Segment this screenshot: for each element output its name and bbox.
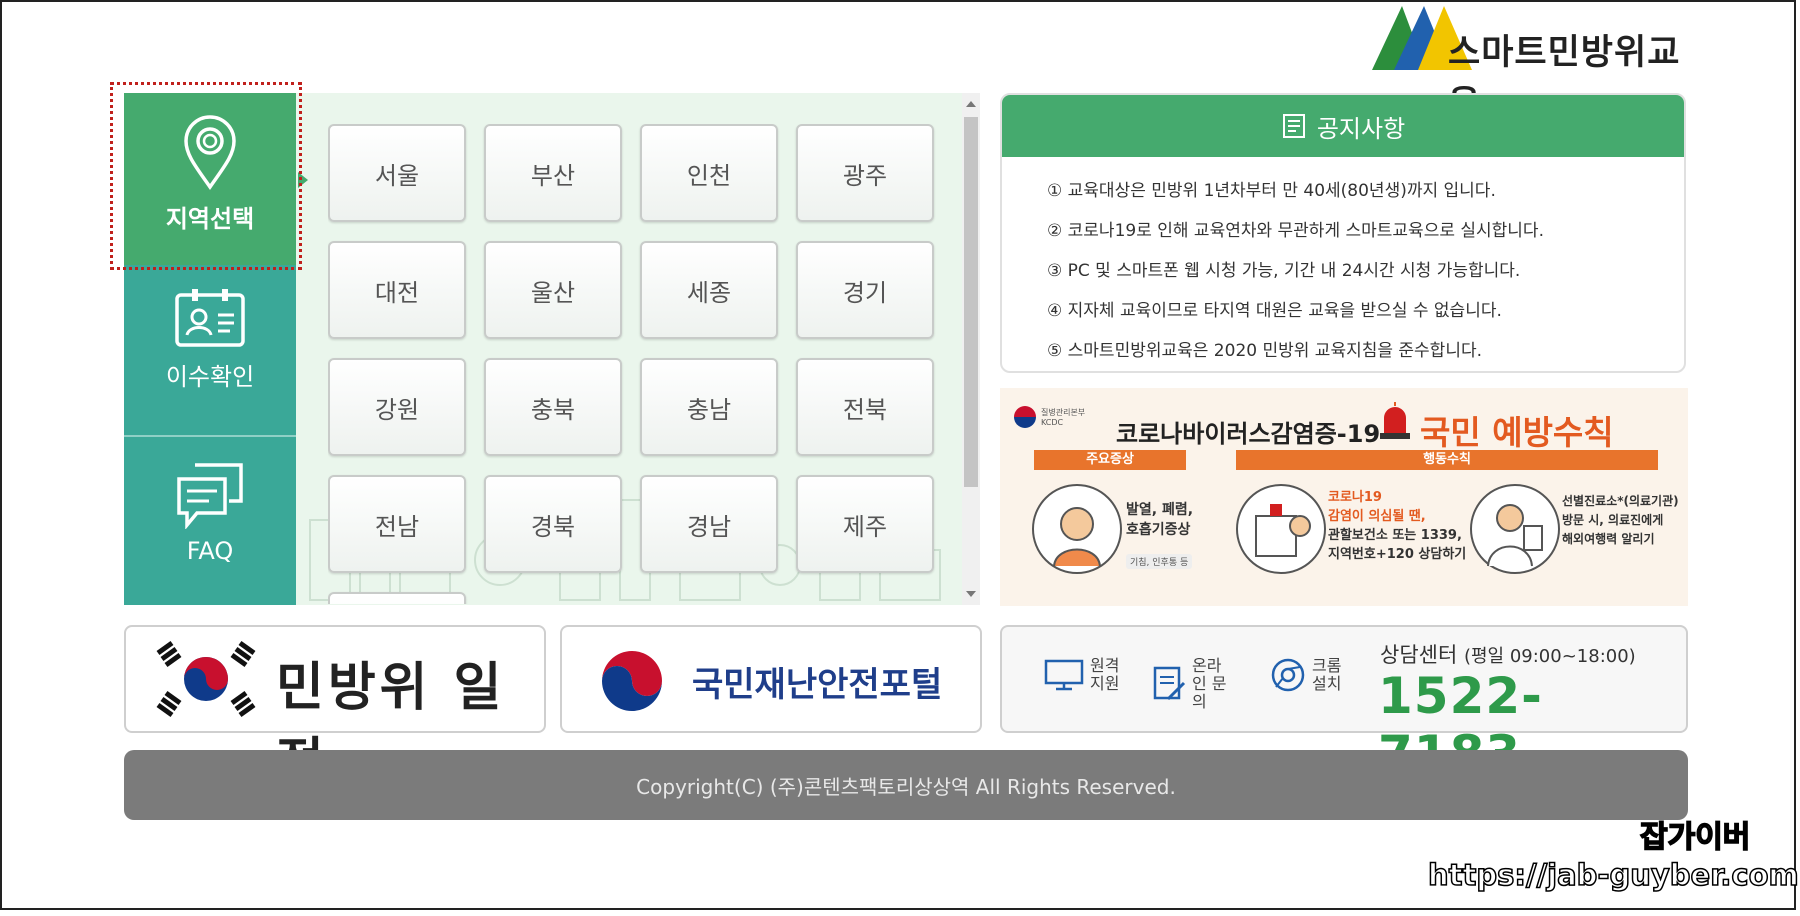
action2-line: 방문 시, 의료진에게 bbox=[1562, 513, 1664, 527]
siren-icon bbox=[1380, 402, 1410, 439]
region-button[interactable]: 전북 bbox=[796, 358, 934, 456]
region-button[interactable]: 경남 bbox=[640, 475, 778, 573]
scroll-up-arrow-icon[interactable] bbox=[966, 101, 976, 107]
region-scrollbar[interactable] bbox=[962, 93, 980, 605]
action1-line: 관할보건소 또는 1339, bbox=[1328, 528, 1462, 543]
notice-header: 공지사항 bbox=[1002, 95, 1684, 157]
side-item-label: FAQ bbox=[186, 537, 234, 565]
corona-prevention-banner[interactable]: 질병관리본부 KCDC 코로나바이러스감염증-19 국민 예방수칙 주요증상 행동… bbox=[1000, 388, 1688, 606]
region-button[interactable]: 경북 bbox=[484, 475, 622, 573]
action2-text: 선별진료소*(의료기관) 방문 시, 의료진에게 해외여행력 알리기 bbox=[1562, 492, 1679, 549]
remote-support-icon bbox=[1044, 659, 1084, 691]
region-button[interactable]: 제주 bbox=[796, 475, 934, 573]
kcdc-logo: 질병관리본부 KCDC bbox=[1014, 406, 1085, 428]
region-button[interactable]: 울산 bbox=[484, 241, 622, 339]
action2-line: 선별진료소*(의료기관) bbox=[1562, 494, 1679, 508]
banner-title-right: 국민 예방수칙 bbox=[1420, 413, 1614, 452]
notice-title: 공지사항 bbox=[1316, 114, 1406, 143]
active-arrow-indicator bbox=[298, 172, 308, 188]
action2-line: 해외여행력 알리기 bbox=[1562, 532, 1655, 546]
notice-item: ④ 지자체 교육이므로 타지역 대원은 교육을 받으실 수 없습니다. bbox=[1047, 301, 1502, 321]
online-inquiry-icon bbox=[1153, 666, 1186, 701]
chrome-icon bbox=[1271, 658, 1305, 692]
doctor-icon bbox=[1470, 484, 1560, 574]
notice-item: ③ PC 및 스마트폰 웹 시청 가능, 기간 내 24시간 시청 가능합니다. bbox=[1047, 261, 1521, 281]
action1-line: 감염이 의심될 땐, bbox=[1328, 509, 1426, 524]
symptoms-bar: 주요증상 bbox=[1034, 450, 1186, 470]
region-button[interactable]: 충북 bbox=[484, 358, 622, 456]
region-button[interactable]: 부산 bbox=[484, 124, 622, 222]
map-pin-icon bbox=[184, 115, 236, 191]
disaster-safety-portal-button[interactable]: 국민재난안전포털 bbox=[560, 625, 982, 733]
kcdc-emblem-icon bbox=[1014, 406, 1036, 428]
region-button[interactable]: 충남 bbox=[640, 358, 778, 456]
sick-person-icon bbox=[1032, 484, 1122, 574]
center-title-text: 상담센터 bbox=[1380, 643, 1458, 667]
remote-support-label: 원격 지원 bbox=[1090, 656, 1120, 693]
symptoms-note: 기침, 인후통 등 bbox=[1126, 554, 1193, 569]
region-button[interactable]: 세종 bbox=[640, 241, 778, 339]
notice-document-icon bbox=[1282, 114, 1305, 138]
region-button-partial[interactable] bbox=[328, 592, 466, 604]
symptoms-text: 발열, 폐렴, 호흡기증상 bbox=[1126, 500, 1193, 540]
region-button-grid: 서울 부산 인천 광주대전 울산 세종 경기강원 충북 충남 전북전남 경북 경남 제주 bbox=[328, 124, 940, 604]
online-inquiry-button[interactable]: 온라인 문의 bbox=[1152, 657, 1228, 711]
region-button[interactable]: 강원 bbox=[328, 358, 466, 456]
region-button[interactable]: 전남 bbox=[328, 475, 466, 573]
side-item-completion-check[interactable]: 이수확인 bbox=[124, 265, 296, 437]
side-item-region-select[interactable]: 지역선택 bbox=[124, 93, 296, 265]
chrome-install-button[interactable]: 크롬 설치 bbox=[1270, 657, 1348, 693]
kcdc-abbr: KCDC bbox=[1041, 418, 1064, 427]
side-menu: 지역선택 이수확인 FAQ bbox=[124, 93, 296, 605]
online-inquiry-label: 온라인 문의 bbox=[1192, 656, 1227, 711]
side-item-label: 지역선택 bbox=[165, 205, 255, 233]
region-button[interactable]: 광주 bbox=[796, 124, 934, 222]
civil-defense-schedule-button[interactable]: 민방위 일정 bbox=[124, 625, 546, 793]
notice-list: ① 교육대상은 민방위 1년차부터 만 40세(80년생)까지 입니다. ② 코… bbox=[1002, 157, 1684, 371]
watermark-name: 잡가이버 bbox=[1639, 819, 1751, 856]
notice-item: ⑤ 스마트민방위교육은 2020 민방위 교육지침을 준수합니다. bbox=[1047, 341, 1483, 361]
symptoms-line: 발열, 폐렴, bbox=[1126, 502, 1194, 518]
region-button[interactable]: 대전 bbox=[328, 241, 466, 339]
korean-flag-icon bbox=[140, 635, 272, 723]
notice-item: ② 코로나19로 인해 교육연차와 무관하게 스마트교육으로 실시합니다. bbox=[1047, 221, 1544, 241]
region-button[interactable]: 인천 bbox=[640, 124, 778, 222]
scroll-down-arrow-icon[interactable] bbox=[966, 591, 976, 597]
kcdc-name: 질병관리본부 bbox=[1041, 408, 1086, 417]
remote-support-button[interactable]: 원격 지원 bbox=[1044, 657, 1126, 693]
government-emblem-icon bbox=[598, 647, 666, 715]
action1-line: 코로나19 bbox=[1328, 490, 1382, 505]
action1-text: 코로나19 감염이 의심될 땐, 관할보건소 또는 1339, 지역번호+120… bbox=[1328, 488, 1466, 564]
health-center-icon bbox=[1236, 484, 1326, 574]
side-item-faq[interactable]: FAQ bbox=[124, 437, 296, 605]
center-hours: (평일 09:00~18:00) bbox=[1463, 646, 1636, 667]
symptoms-line: 호흡기증상 bbox=[1126, 522, 1191, 538]
portal-label: 국민재난안전포털 bbox=[692, 665, 943, 705]
region-button[interactable]: 경기 bbox=[796, 241, 934, 339]
notice-item: ① 교육대상은 민방위 1년차부터 만 40세(80년생)까지 입니다. bbox=[1047, 181, 1496, 201]
footer-copyright: Copyright(C) (주)콘텐츠팩토리상상역 All Rights Res… bbox=[124, 750, 1688, 820]
region-button[interactable]: 서울 bbox=[328, 124, 466, 222]
notice-box: 공지사항 ① 교육대상은 민방위 1년차부터 만 40세(80년생)까지 입니다… bbox=[1000, 93, 1686, 373]
contact-center-card: 원격 지원 온라인 문의 크롬 설치 상담센터 (평일 09:00~18:00)… bbox=[1000, 625, 1688, 783]
chrome-install-label: 크롬 설치 bbox=[1312, 656, 1342, 693]
consult-center-title: 상담센터 (평일 09:00~18:00) bbox=[1380, 639, 1636, 669]
action1-line: 지역번호+120 상담하기 bbox=[1328, 547, 1467, 562]
site-logo[interactable]: 스마트민방위교육 bbox=[1372, 2, 1692, 124]
watermark-url: https://jab-guyber.com bbox=[1427, 857, 1799, 893]
actions-bar: 행동수칙 bbox=[1236, 450, 1658, 470]
chat-bubbles-icon bbox=[177, 463, 243, 529]
id-card-icon bbox=[175, 289, 245, 347]
side-item-label: 이수확인 bbox=[165, 363, 255, 391]
scroll-thumb[interactable] bbox=[964, 117, 978, 487]
banner-title-left: 코로나바이러스감염증-19 bbox=[1116, 420, 1381, 448]
